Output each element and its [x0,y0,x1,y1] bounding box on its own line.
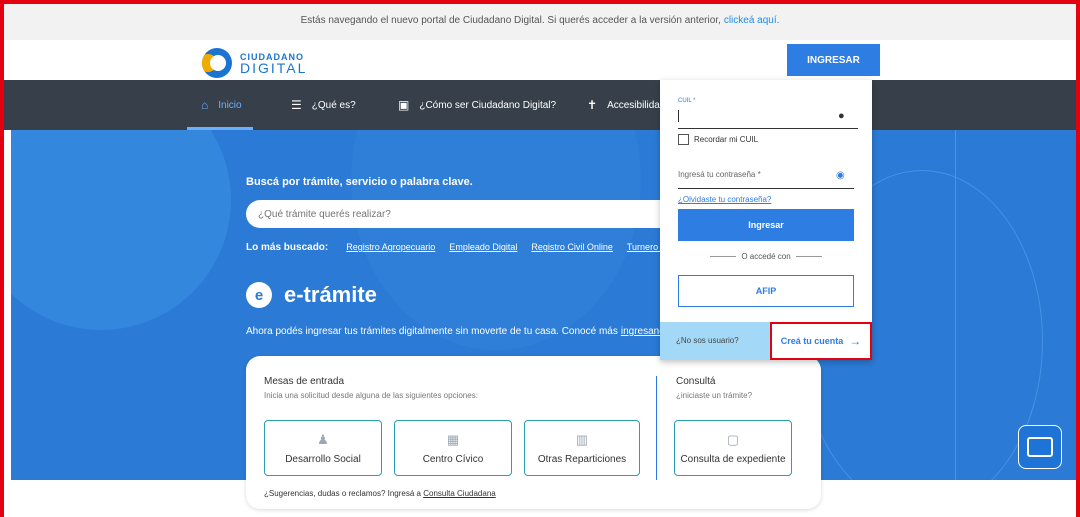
nav-item-que-es[interactable]: ☰ ¿Qué es? [291,80,356,130]
user-icon: ● [838,110,845,122]
login-footer: ¿No sos usuario? Creá tu cuenta → [660,322,872,360]
top-banner: Estás navegando el nuevo portal de Ciuda… [0,0,1080,40]
logo-icon [202,48,232,78]
home-icon: ⌂ [201,98,209,112]
consulta-subtitle: ¿iniciaste un trámite? [676,391,753,400]
popular-links: Lo más buscado: Registro Agropecuario Em… [246,242,669,253]
not-user-text: ¿No sos usuario? [676,336,739,345]
password-input[interactable]: Ingresá tu contraseña * [678,170,854,189]
login-panel: CUIL * ● Recordar mi CUIL Ingresá tu con… [660,80,872,360]
etramite-heading: e e-trámite [246,282,377,308]
search-label: Buscá por trámite, servicio o palabra cl… [246,176,473,188]
card-footer: ¿Sugerencias, dudas o reclamos? Ingresá … [264,489,496,498]
logo-line2: DIGITAL [240,60,308,76]
chat-button[interactable] [1018,425,1062,469]
or-divider: O accedé con [678,252,854,261]
cuil-input[interactable] [678,108,858,129]
search-input[interactable] [246,200,676,228]
forgot-password-link[interactable]: ¿Olvidaste tu contraseña? [678,195,771,204]
accessibility-icon: ✝ [587,98,598,112]
mesas-card: Mesas de entrada Inicia una solicitud de… [246,356,821,509]
header [0,40,1080,80]
remember-cuil[interactable]: Recordar mi CUIL [678,134,758,145]
arrow-right-icon: → [849,334,862,348]
option-centro-civico[interactable]: ▦ Centro Cívico [394,420,512,476]
logo[interactable]: CIUDADANO DIGITAL [202,48,307,78]
banner-text: Estás navegando el nuevo portal de Ciuda… [300,14,721,26]
popular-link-empleado-digital[interactable]: Empleado Digital [449,242,517,253]
option-consulta-expediente[interactable]: ▢ Consulta de expediente [674,420,792,476]
header-login-button[interactable]: INGRESAR [787,44,880,76]
option-otras-reparticiones[interactable]: ▥ Otras Reparticiones [524,420,640,476]
cuil-label: CUIL * [678,98,696,104]
chat-icon [1027,437,1053,457]
mesas-subtitle: Inicia una solicitud desde alguna de las… [264,391,478,400]
login-submit-button[interactable]: Ingresar [678,209,854,241]
eye-off-icon[interactable]: ◉ [836,170,845,181]
banner-link[interactable]: clickeá aquí. [724,15,780,26]
etramite-description: Ahora podés ingresar tus trámites digita… [246,326,671,337]
mesas-title: Mesas de entrada [264,376,345,387]
remember-checkbox[interactable] [678,134,689,145]
nav-item-como-ser[interactable]: ▣ ¿Cómo ser Ciudadano Digital? [398,80,556,130]
consulta-ciudadana-link[interactable]: Consulta Ciudadana [423,489,496,498]
option-desarrollo-social[interactable]: ♟ Desarrollo Social [264,420,382,476]
etramite-title: e-trámite [284,282,377,307]
popular-label: Lo más buscado: [246,242,329,253]
nav-item-accesibilidad[interactable]: ✝ Accesibilidad [587,80,660,130]
people-icon: ♟ [317,431,329,447]
etramite-icon: e [246,282,272,308]
popular-link-registro-agropecuario[interactable]: Registro Agropecuario [346,242,435,253]
consulta-title: Consultá [676,376,716,387]
create-account-button[interactable]: Creá tu cuenta → [770,322,872,360]
list-icon: ☰ [291,98,302,112]
nav-item-inicio[interactable]: ⌂ Inicio [201,80,242,130]
afip-button[interactable]: AFIP [678,275,854,307]
office-icon: ▥ [575,431,589,447]
document-icon: ▢ [726,431,740,447]
id-card-icon: ▣ [398,98,410,112]
building-icon: ▦ [446,431,460,447]
popular-link-registro-civil[interactable]: Registro Civil Online [531,242,613,253]
